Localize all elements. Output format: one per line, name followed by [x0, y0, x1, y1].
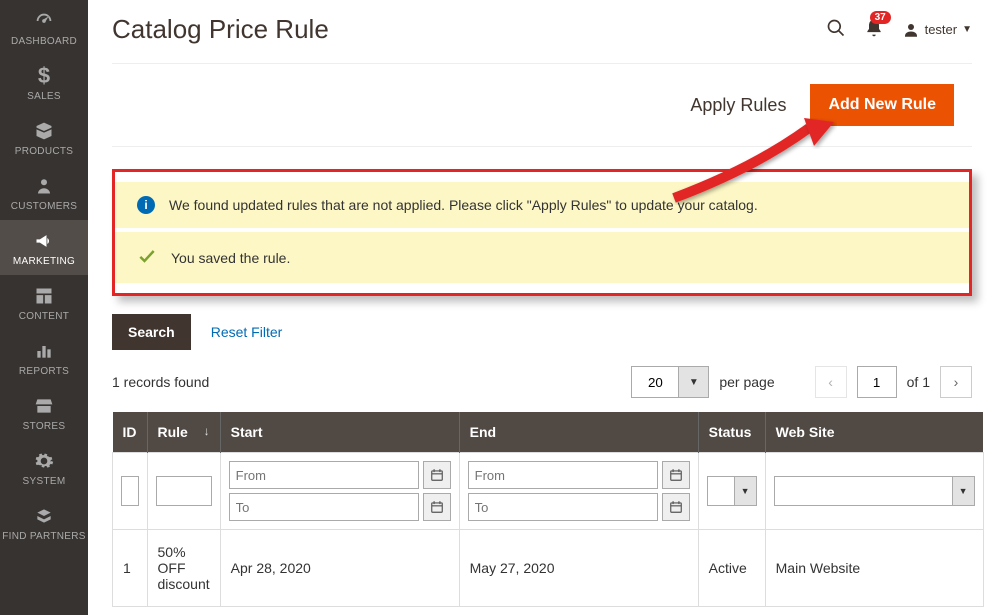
- sidebar-item-label: SYSTEM: [23, 476, 66, 487]
- filter-rule-input[interactable]: [156, 476, 212, 506]
- sidebar-item-reports[interactable]: REPORTS: [0, 330, 88, 385]
- calendar-icon[interactable]: [423, 493, 451, 521]
- cell-website: Main Website: [765, 530, 983, 607]
- apply-rules-button[interactable]: Apply Rules: [690, 95, 786, 116]
- chevron-right-icon: ›: [954, 374, 959, 390]
- sidebar-item-marketing[interactable]: MARKETING: [0, 220, 88, 275]
- notifications-button[interactable]: 37: [864, 18, 884, 41]
- records-found-text: 1 records found: [112, 374, 209, 390]
- chevron-down-icon[interactable]: ▼: [735, 476, 757, 506]
- sidebar-item-label: SALES: [27, 91, 61, 102]
- filter-start-from[interactable]: [229, 461, 419, 489]
- partners-icon: [34, 505, 54, 527]
- per-page-label: per page: [719, 374, 774, 390]
- layout-icon: [34, 285, 54, 307]
- messages-panel: i We found updated rules that are not ap…: [112, 169, 972, 296]
- per-page-dropdown[interactable]: ▼: [679, 366, 709, 398]
- prev-page-button[interactable]: ‹: [815, 366, 847, 398]
- search-button[interactable]: Search: [112, 314, 191, 350]
- success-message-text: You saved the rule.: [171, 250, 290, 266]
- sidebar-item-products[interactable]: PRODUCTS: [0, 110, 88, 165]
- chevron-left-icon: ‹: [828, 374, 833, 390]
- notification-count: 37: [870, 11, 891, 24]
- cell-id: 1: [113, 530, 148, 607]
- gear-icon: [34, 450, 54, 472]
- col-status[interactable]: Status: [698, 412, 765, 453]
- filter-start-to[interactable]: [229, 493, 419, 521]
- user-icon: [902, 21, 920, 39]
- add-new-rule-button[interactable]: Add New Rule: [810, 84, 954, 126]
- next-page-button[interactable]: ›: [940, 366, 972, 398]
- gauge-icon: [33, 10, 55, 32]
- user-menu[interactable]: tester ▼: [902, 21, 972, 39]
- col-end[interactable]: End: [459, 412, 698, 453]
- sort-indicator-icon: ↓: [204, 424, 210, 438]
- filter-end-to[interactable]: [468, 493, 658, 521]
- megaphone-icon: [34, 230, 54, 252]
- table-row[interactable]: 1 50% OFF discount Apr 28, 2020 May 27, …: [113, 530, 984, 607]
- info-message-text: We found updated rules that are not appl…: [169, 197, 758, 213]
- chevron-down-icon: ▼: [689, 377, 699, 388]
- sidebar-item-label: REPORTS: [19, 366, 69, 377]
- calendar-icon[interactable]: [662, 461, 690, 489]
- search-icon[interactable]: [826, 18, 846, 41]
- sidebar-item-label: PRODUCTS: [15, 146, 74, 157]
- sidebar-item-label: DASHBOARD: [11, 36, 77, 47]
- success-message: You saved the rule.: [115, 232, 969, 283]
- sidebar: DASHBOARD $ SALES PRODUCTS CUSTOMERS MAR…: [0, 0, 88, 615]
- cell-rule: 50% OFF discount: [147, 530, 220, 607]
- reset-filter-link[interactable]: Reset Filter: [211, 324, 283, 340]
- table-header-row: ID Rule↓ Start End Status Web Site: [113, 412, 984, 453]
- filter-website-select[interactable]: [774, 476, 953, 506]
- cell-start: Apr 28, 2020: [220, 530, 459, 607]
- user-name: tester: [925, 22, 958, 37]
- paging-controls: ▼ per page ‹ of 1 ›: [631, 366, 972, 398]
- box-icon: [34, 120, 54, 142]
- actionbar: Apply Rules Add New Rule: [112, 63, 972, 147]
- sidebar-item-system[interactable]: SYSTEM: [0, 440, 88, 495]
- sidebar-item-label: CUSTOMERS: [11, 201, 77, 212]
- cell-status: Active: [698, 530, 765, 607]
- page-total-label: of 1: [907, 374, 930, 390]
- check-icon: [137, 246, 157, 269]
- sidebar-item-label: CONTENT: [19, 311, 69, 322]
- sidebar-item-stores[interactable]: STORES: [0, 385, 88, 440]
- info-icon: i: [137, 196, 155, 214]
- chevron-down-icon[interactable]: ▼: [953, 476, 975, 506]
- chevron-down-icon: ▼: [962, 24, 972, 35]
- info-message: i We found updated rules that are not ap…: [115, 182, 969, 228]
- bar-chart-icon: [34, 340, 54, 362]
- col-id[interactable]: ID: [113, 412, 148, 453]
- calendar-icon[interactable]: [423, 461, 451, 489]
- filter-end-from[interactable]: [468, 461, 658, 489]
- current-page-input[interactable]: [857, 366, 897, 398]
- storefront-icon: [34, 395, 54, 417]
- person-icon: [35, 175, 53, 197]
- titlebar-actions: 37 tester ▼: [826, 18, 972, 41]
- paging-bar: 1 records found ▼ per page ‹ of 1 ›: [112, 366, 972, 398]
- filter-status-select[interactable]: [707, 476, 735, 506]
- sidebar-item-dashboard[interactable]: DASHBOARD: [0, 0, 88, 55]
- sidebar-item-label: FIND PARTNERS: [2, 531, 86, 542]
- sidebar-item-label: MARKETING: [13, 256, 75, 267]
- per-page-input[interactable]: [631, 366, 679, 398]
- col-rule[interactable]: Rule↓: [147, 412, 220, 453]
- calendar-icon[interactable]: [662, 493, 690, 521]
- sidebar-item-customers[interactable]: CUSTOMERS: [0, 165, 88, 220]
- sidebar-item-partners[interactable]: FIND PARTNERS: [0, 495, 88, 550]
- filter-bar: Search Reset Filter: [112, 314, 972, 350]
- dollar-icon: $: [38, 65, 50, 87]
- rules-table: ID Rule↓ Start End Status Web Site: [112, 412, 984, 607]
- sidebar-item-content[interactable]: CONTENT: [0, 275, 88, 330]
- filter-id-input[interactable]: [121, 476, 139, 506]
- cell-end: May 27, 2020: [459, 530, 698, 607]
- col-start[interactable]: Start: [220, 412, 459, 453]
- sidebar-item-sales[interactable]: $ SALES: [0, 55, 88, 110]
- table-filter-row: ▼ ▼: [113, 453, 984, 530]
- sidebar-item-label: STORES: [23, 421, 66, 432]
- main-content: Catalog Price Rule 37 tester ▼ Apply Rul…: [88, 0, 996, 615]
- titlebar: Catalog Price Rule 37 tester ▼: [112, 14, 972, 45]
- page-title: Catalog Price Rule: [112, 14, 329, 45]
- col-website[interactable]: Web Site: [765, 412, 983, 453]
